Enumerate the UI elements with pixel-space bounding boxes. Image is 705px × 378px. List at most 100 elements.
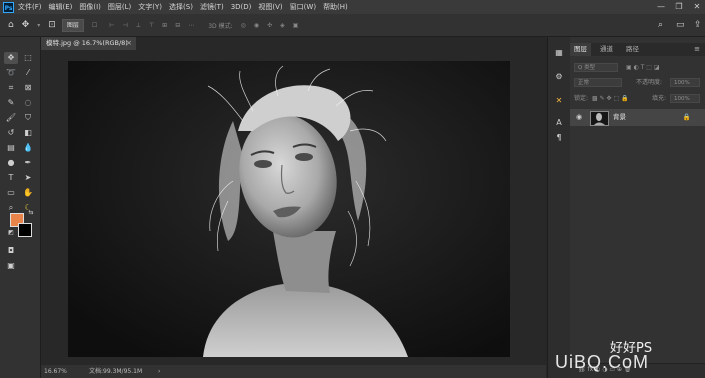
blur-tool-icon[interactable]: 💧	[21, 142, 35, 154]
tab-layers[interactable]: 图层	[570, 43, 591, 56]
magic-wand-icon[interactable]: ⁄	[21, 67, 35, 79]
zoom-level[interactable]: 16.67%	[44, 365, 67, 378]
healing-brush-icon[interactable]: ◌	[21, 97, 35, 109]
fill-label: 填充:	[652, 95, 667, 102]
properties-icon[interactable]: ⚙	[553, 71, 565, 83]
align-left-icon[interactable]: ⊢	[109, 22, 114, 29]
history-icon[interactable]: ▦	[553, 47, 565, 59]
layer-row-background[interactable]: ◉ 背景 🔒	[570, 109, 705, 126]
screen-mode-icon[interactable]: ▣	[4, 260, 18, 272]
opacity-input[interactable]: 100%	[670, 78, 700, 87]
lock-row: 锁定: ▩ ✎ ✥ ⬚ 🔒 填充: 100%	[570, 93, 705, 105]
menu-select[interactable]: 选择(S)	[169, 2, 193, 12]
menu-3d[interactable]: 3D(D)	[231, 3, 252, 11]
align-top-icon[interactable]: ⊤	[149, 22, 154, 29]
default-colors-icon[interactable]: ◩	[4, 227, 18, 239]
minimize-button[interactable]: —	[654, 0, 668, 14]
background-color-swatch[interactable]	[18, 223, 32, 237]
crop-tool-icon[interactable]: ⌗	[4, 82, 18, 94]
rectangle-tool-icon[interactable]: ▭	[4, 187, 18, 199]
close-window-button[interactable]: ✕	[690, 0, 704, 14]
menu-filter[interactable]: 滤镜(T)	[200, 2, 224, 12]
layer-filter-row: Q 类型 ▣ ◐ T ⬚ ◪	[570, 62, 705, 74]
eyedropper-icon[interactable]: ✎	[4, 97, 18, 109]
lock-icons[interactable]: ▩ ✎ ✥ ⬚ 🔒	[592, 93, 629, 105]
panel-menu-icon[interactable]: ≡	[694, 43, 700, 56]
align-center-icon[interactable]: ⊣	[122, 22, 127, 29]
share-icon[interactable]: ⇪	[694, 20, 702, 30]
blend-row: 正常 不透明度: 100%	[570, 77, 705, 89]
home-icon[interactable]: ⌂	[8, 20, 14, 30]
hand-tool-icon[interactable]: ✋	[21, 187, 35, 199]
canvas-area[interactable]	[41, 50, 546, 365]
3d-pan-icon[interactable]: ✣	[267, 22, 272, 29]
tab-channels[interactable]: 通道	[596, 43, 617, 56]
blend-mode-select[interactable]: 正常	[574, 78, 622, 87]
photoshop-logo: Ps	[3, 1, 14, 13]
align-bottom-icon[interactable]: ⊟	[175, 22, 180, 29]
auto-select-icon[interactable]: ⊡	[48, 20, 56, 30]
document-tab-bar: 模特.jpg @ 16.7%(RGB/8) ×	[41, 37, 546, 50]
gradient-tool-icon[interactable]: ▤	[4, 142, 18, 154]
align-middle-icon[interactable]: ⊞	[162, 22, 167, 29]
search-icon[interactable]: ⌕	[658, 20, 663, 30]
fill-input[interactable]: 100%	[670, 94, 700, 103]
artboard-tool-icon[interactable]: ⬚	[21, 52, 35, 64]
tab-paths[interactable]: 路径	[622, 43, 643, 56]
menu-image[interactable]: 图像(I)	[79, 2, 101, 12]
panel-tabs: 图层 通道 路径 ≡	[570, 43, 705, 56]
history-brush-icon[interactable]: ↺	[4, 127, 18, 139]
align-right-icon[interactable]: ⊥	[136, 22, 141, 29]
photo-image[interactable]	[68, 61, 510, 357]
3d-orbit-icon[interactable]: ◎	[241, 22, 246, 29]
clone-stamp-icon[interactable]: ⛉	[21, 112, 35, 124]
pen-tool-icon[interactable]: ✒	[21, 157, 35, 169]
status-menu-arrow[interactable]: ›	[158, 365, 160, 378]
portrait-photo	[68, 61, 510, 357]
close-tab-button[interactable]: ×	[126, 37, 132, 50]
3d-mode-label: 3D 模式:	[208, 22, 233, 30]
menu-help[interactable]: 帮助(H)	[323, 2, 348, 12]
frame-tool-icon[interactable]: ⊠	[21, 82, 35, 94]
menu-edit[interactable]: 编辑(E)	[49, 2, 73, 12]
layer-thumbnail	[590, 111, 609, 126]
move-tool-icon[interactable]: ✥	[22, 20, 30, 30]
brush-tool-icon[interactable]: 🖌	[4, 112, 18, 124]
type-tool-icon[interactable]: T	[4, 172, 18, 184]
lasso-tool-icon[interactable]: ➰	[4, 67, 18, 79]
tools-cross-icon[interactable]: ✕	[553, 95, 565, 107]
3d-slide-icon[interactable]: ◈	[280, 22, 285, 29]
document-size: 文档:99.3M/95.1M	[89, 368, 143, 375]
paragraph-icon[interactable]: ¶	[553, 132, 565, 144]
character-icon[interactable]: A	[553, 117, 565, 129]
tools-panel: ✥ ⬚ ➰ ⁄ ⌗ ⊠ ✎ ◌ 🖌 ⛉ ↺ ◧ ▤ 💧 ● ✒ T ➤ ▭ ✋ …	[0, 37, 41, 378]
auto-select-dropdown[interactable]: 图层	[61, 18, 84, 32]
quick-mask-icon[interactable]: ◘	[4, 245, 18, 257]
document-tab-label: 模特.jpg @ 16.7%(RGB/8)	[46, 39, 128, 47]
menu-file[interactable]: 文件(F)	[18, 2, 42, 12]
visibility-eye-icon[interactable]: ◉	[574, 109, 584, 126]
chevron-down-icon[interactable]: ▾	[37, 22, 40, 29]
filter-icons[interactable]: ▣ ◐ T ⬚ ◪	[626, 62, 660, 74]
move-tool-icon[interactable]: ✥	[4, 52, 18, 64]
layer-name[interactable]: 背景	[613, 109, 626, 126]
dodge-tool-icon[interactable]: ●	[4, 157, 18, 169]
menu-window[interactable]: 窗口(W)	[290, 2, 316, 12]
3d-scale-icon[interactable]: ▣	[293, 22, 299, 29]
menu-layer[interactable]: 图层(L)	[108, 2, 131, 12]
panel-icon-strip: ▦ ⚙ ✕ A ¶	[547, 37, 571, 378]
eraser-tool-icon[interactable]: ◧	[21, 127, 35, 139]
layer-kind-filter[interactable]: Q 类型	[574, 63, 618, 72]
path-selection-icon[interactable]: ➤	[21, 172, 35, 184]
watermark-logo: UiBQ.CoM	[555, 352, 650, 372]
3d-roll-icon[interactable]: ◉	[254, 22, 259, 29]
transform-controls-checkbox[interactable]: ☐	[92, 22, 97, 29]
menu-view[interactable]: 视图(V)	[258, 2, 282, 12]
maximize-button[interactable]: ❐	[672, 0, 686, 14]
menu-type[interactable]: 文字(Y)	[138, 2, 162, 12]
distribute-icon[interactable]: ⋯	[188, 22, 194, 29]
workspace-icon[interactable]: ▭	[676, 20, 685, 30]
status-bar: 16.67% 文档:99.3M/95.1M ›	[41, 365, 546, 378]
document-tab[interactable]: 模特.jpg @ 16.7%(RGB/8) ×	[41, 37, 136, 50]
swap-colors-icon[interactable]: ⇆	[24, 207, 38, 219]
